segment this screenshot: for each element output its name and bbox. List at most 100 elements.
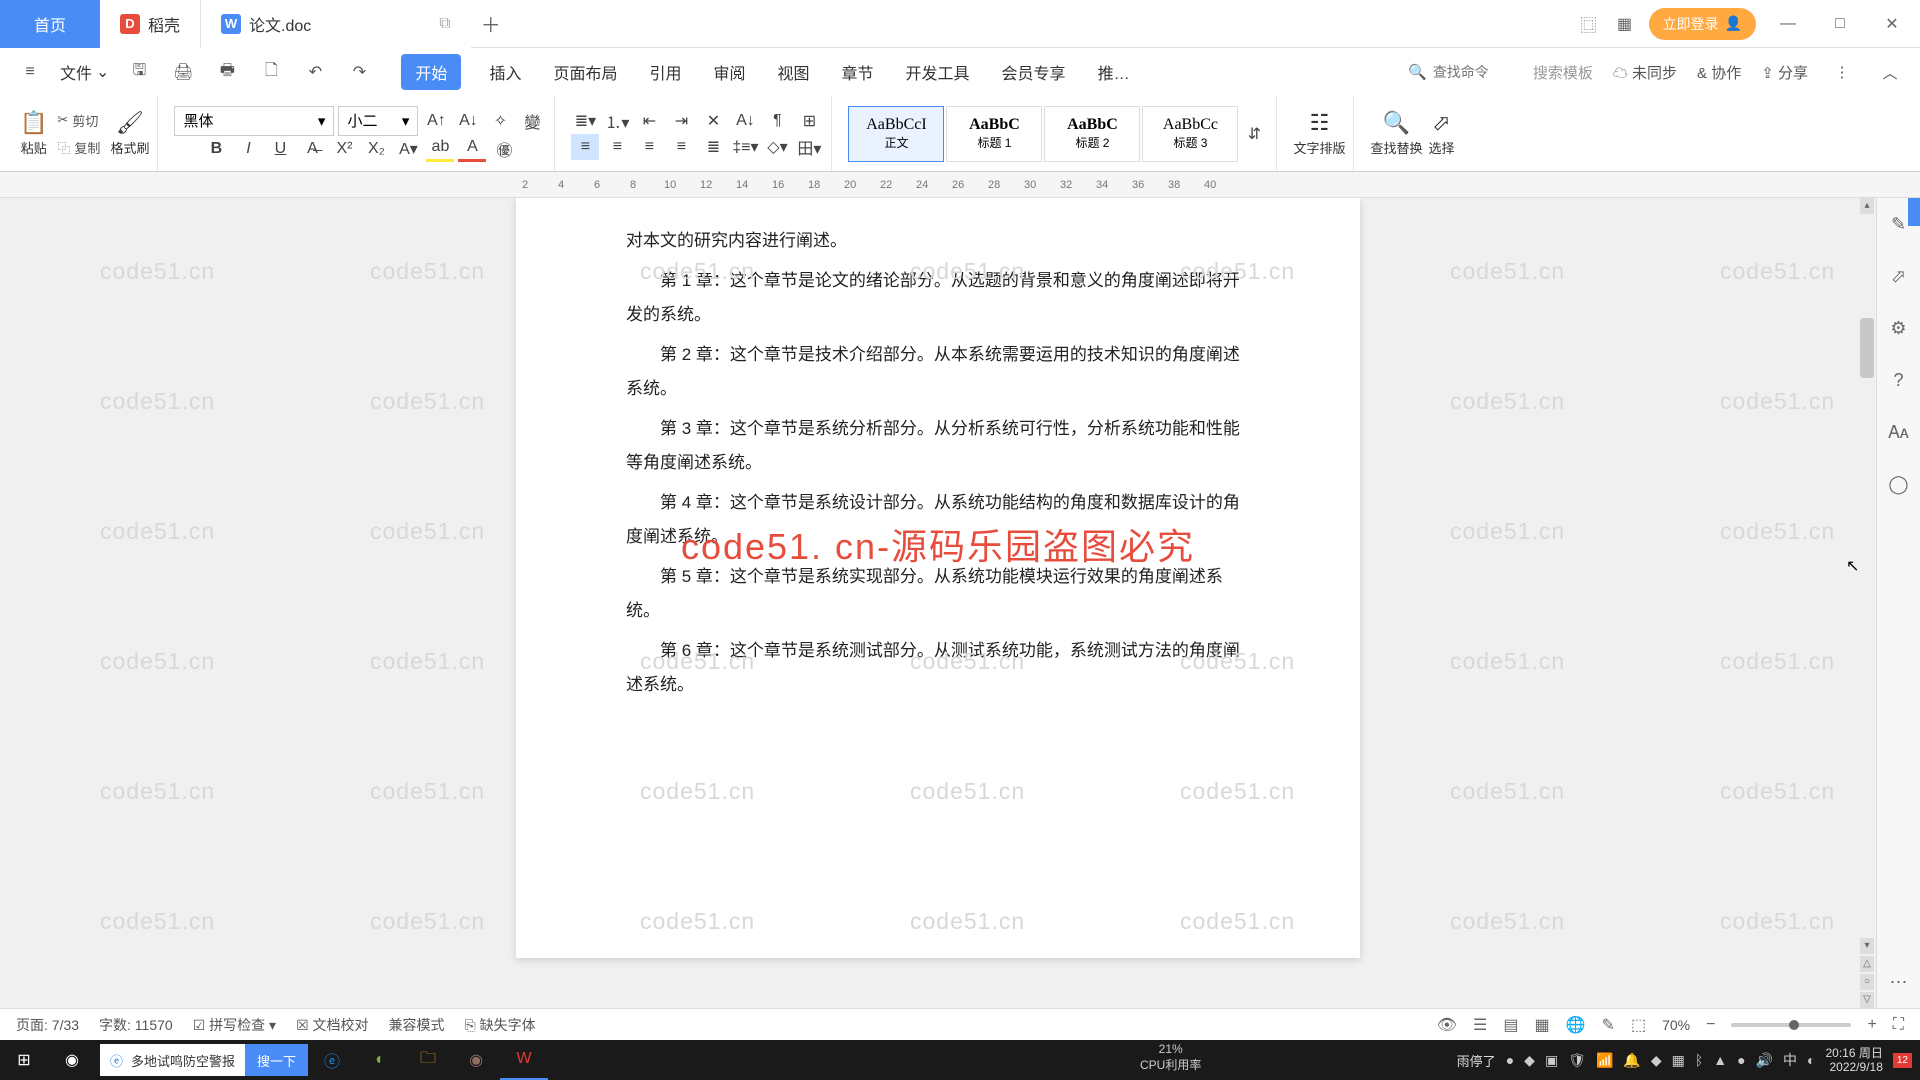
prev-page-button[interactable]: △ (1860, 956, 1874, 972)
cpu-widget[interactable]: 21% CPU利用率 (1140, 1042, 1201, 1073)
tab-docbell[interactable]: D 稻壳 (100, 0, 201, 48)
align-center-button[interactable]: ≡ (603, 134, 631, 160)
subscript-button[interactable]: X₂ (362, 136, 390, 162)
format-painter-button[interactable]: 🖌 格式刷 (110, 110, 149, 157)
text-layout-button[interactable]: ☷ 文字排版 (1293, 110, 1345, 157)
tray-icon[interactable]: ◆ (1651, 1052, 1662, 1069)
bulb-icon[interactable]: ◯ (1885, 470, 1913, 498)
tab-page-layout[interactable]: 页面布局 (549, 54, 621, 90)
redo-icon[interactable]: ↷ (345, 58, 373, 86)
doc-proof-button[interactable]: ☒ 文档校对 (296, 1015, 368, 1035)
command-search-input[interactable] (1433, 64, 1513, 80)
outline-view-icon[interactable]: ▤ (1503, 1015, 1518, 1035)
font-size-select[interactable]: 小二▾ (338, 106, 418, 136)
font-name-select[interactable]: 黑体▾ (174, 106, 334, 136)
tray-icon[interactable]: ◐ (1807, 1052, 1815, 1068)
translate-icon[interactable]: 🗛 (1885, 418, 1913, 446)
zoom-level[interactable]: 70% (1662, 1017, 1690, 1033)
save-icon[interactable]: 🖫 (125, 58, 153, 86)
decrease-indent-button[interactable]: ⇤ (635, 108, 663, 134)
settings-slider-icon[interactable]: ⚙ (1885, 314, 1913, 342)
number-list-button[interactable]: ⒈▾ (603, 108, 631, 134)
collapse-ribbon-icon[interactable]: ︿ (1876, 58, 1904, 86)
text-effects-button[interactable]: A▾ (394, 136, 422, 162)
line-spacing-button[interactable]: ‡≡▾ (731, 134, 759, 160)
command-search[interactable]: 🔍 (1408, 63, 1513, 81)
start-button[interactable]: ⊞ (0, 1040, 48, 1080)
distribute-button[interactable]: ≣ (699, 134, 727, 160)
tab-document[interactable]: W 论文.doc ⧉ (201, 0, 471, 48)
tab-add-button[interactable]: ＋ (471, 9, 511, 38)
wps-taskbar-button[interactable]: W (500, 1040, 548, 1080)
align-right-button[interactable]: ≡ (635, 134, 663, 160)
tab-home[interactable]: 首页 (0, 0, 100, 48)
pointer-icon[interactable]: ⬀ (1885, 262, 1913, 290)
vertical-scrollbar[interactable]: ▴ ▾ △ ○ ▽ (1858, 198, 1876, 1008)
italic-button[interactable]: I (234, 136, 262, 162)
zoom-slider[interactable] (1731, 1023, 1851, 1027)
bullet-list-button[interactable]: ≣▾ (571, 108, 599, 134)
highlight-button[interactable]: ab (426, 136, 454, 162)
align-left-button[interactable]: ≡ (571, 134, 599, 160)
minimize-button[interactable]: — (1768, 4, 1808, 44)
borders-button[interactable]: 田▾ (795, 134, 823, 160)
ime-icon[interactable]: 中 (1783, 1050, 1797, 1070)
next-page-button[interactable]: ▽ (1860, 992, 1874, 1008)
action-center-icon[interactable]: 12 (1893, 1053, 1912, 1068)
find-replace-button[interactable]: 🔍 查找替换 (1370, 110, 1422, 157)
tab-unpin-icon[interactable]: ⧉ (439, 15, 450, 33)
read-view-icon[interactable]: 🌐 (1566, 1015, 1586, 1035)
unsync-button[interactable]: ☁ 未同步 (1613, 62, 1677, 83)
align-justify-button[interactable]: ≡ (667, 134, 695, 160)
maximize-button[interactable]: □ (1820, 4, 1860, 44)
copy-button[interactable]: ⿻复制 (53, 136, 104, 159)
shrink-font-button[interactable]: A↓ (454, 108, 482, 134)
settings-icon[interactable]: ⋮ (1828, 58, 1856, 86)
bluetooth-icon[interactable]: ᛒ (1695, 1052, 1703, 1068)
tray-icon[interactable]: 🛡 (1568, 1052, 1586, 1069)
increase-indent-button[interactable]: ⇥ (667, 108, 695, 134)
tab-insert[interactable]: 插入 (485, 54, 525, 90)
explorer-button[interactable]: 🗀 (404, 1040, 452, 1080)
export-icon[interactable]: 🖨 (169, 58, 197, 86)
scroll-thumb[interactable] (1860, 318, 1874, 378)
fullscreen-icon[interactable]: ⛶ (1893, 1016, 1904, 1034)
underline-button[interactable]: U (266, 136, 294, 162)
tab-member[interactable]: 会员专享 (998, 54, 1070, 90)
template-search[interactable]: 搜索模板 (1533, 62, 1593, 83)
side-panel-grip[interactable] (1908, 198, 1920, 226)
tab-chapter[interactable]: 章节 (838, 54, 878, 90)
taskbar-search-button[interactable]: 搜一下 (245, 1044, 308, 1076)
tab-references[interactable]: 引用 (645, 54, 685, 90)
zoom-out-button[interactable]: − (1706, 1016, 1715, 1034)
copilot-button[interactable]: ◉ (48, 1040, 96, 1080)
window-mode-icon[interactable]: ⿴ (1577, 12, 1601, 36)
web-view-icon[interactable]: ▦ (1535, 1015, 1550, 1035)
tray-icon[interactable]: ▲ (1713, 1052, 1727, 1068)
compat-mode[interactable]: 兼容模式 (389, 1015, 445, 1035)
tray-icon[interactable]: ● (1506, 1052, 1514, 1068)
style-heading1[interactable]: AaBbC 标题 1 (946, 106, 1042, 162)
cut-button[interactable]: ✂剪切 (53, 109, 104, 132)
document-page[interactable]: 对本文的研究内容进行阐述。 第 1 章：这个章节是论文的绪论部分。从选题的背景和… (516, 198, 1360, 958)
paste-button[interactable]: 📋 粘贴 (20, 110, 47, 157)
ruler[interactable]: 2 4 6 8 10 12 14 16 18 20 22 24 26 28 30… (0, 172, 1920, 198)
edit-view-icon[interactable]: ✎ (1602, 1015, 1615, 1035)
undo-icon[interactable]: ↶ (301, 58, 329, 86)
share-button[interactable]: ⇪ 分享 (1761, 62, 1808, 83)
phonetic-button[interactable]: 變 (518, 108, 546, 134)
page-indicator[interactable]: 页面: 7/33 (16, 1015, 79, 1035)
tray-icon[interactable]: ▦ (1672, 1052, 1685, 1069)
browser2-button[interactable]: ◐ (356, 1040, 404, 1080)
more-tools-icon[interactable]: ⋯ (1885, 968, 1913, 996)
scroll-up-button[interactable]: ▴ (1860, 198, 1874, 214)
bold-button[interactable]: B (202, 136, 230, 162)
grow-font-button[interactable]: A↑ (422, 108, 450, 134)
clear-format-button[interactable]: ✧ (486, 108, 514, 134)
taskbar-clock[interactable]: 20:16 周日 2022/9/18 (1825, 1046, 1882, 1075)
help-icon[interactable]: ? (1885, 366, 1913, 394)
tray-icon[interactable]: ▣ (1545, 1052, 1558, 1069)
tab-review[interactable]: 审阅 (709, 54, 749, 90)
scroll-down-button[interactable]: ▾ (1860, 938, 1874, 954)
missing-font[interactable]: ⎘ 缺失字体 (465, 1015, 536, 1035)
